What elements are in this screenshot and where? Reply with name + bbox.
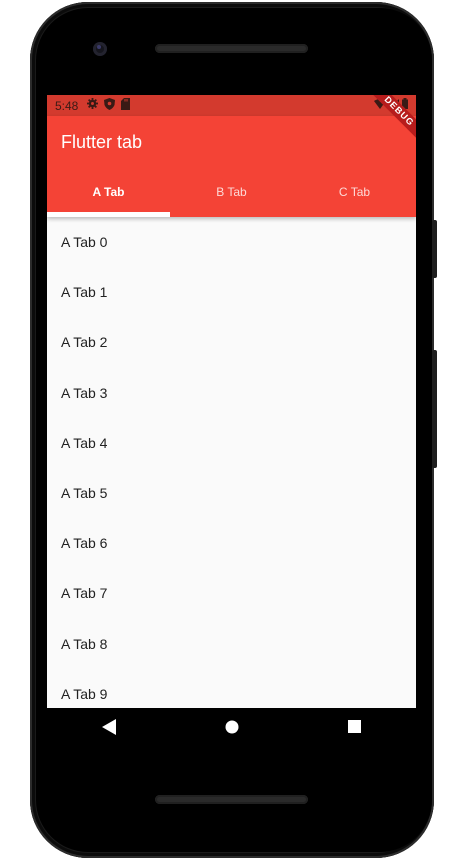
tab-a[interactable]: A Tab (47, 166, 170, 217)
recents-icon (348, 720, 361, 738)
list-item[interactable]: A Tab 8 (47, 619, 416, 669)
list-item[interactable]: A Tab 1 (47, 267, 416, 317)
status-bar: 5:48 (47, 95, 416, 116)
tab-b[interactable]: B Tab (170, 166, 293, 217)
back-button[interactable] (89, 709, 129, 749)
volume-button (432, 350, 437, 468)
list-item[interactable]: A Tab 7 (47, 568, 416, 618)
shield-icon (104, 98, 115, 113)
status-time: 5:48 (55, 99, 79, 113)
tab-bar: A Tab B Tab C Tab (47, 166, 416, 217)
tab-c[interactable]: C Tab (293, 166, 416, 217)
home-icon (225, 720, 239, 739)
list-item[interactable]: A Tab 6 (47, 518, 416, 568)
list-item[interactable]: A Tab 4 (47, 418, 416, 468)
app-bar: Flutter tab A Tab B Tab C Tab (47, 116, 416, 217)
top-speaker (155, 44, 308, 53)
front-camera (93, 42, 107, 56)
power-button (432, 220, 437, 278)
page-title: Flutter tab (61, 132, 143, 152)
tab-label: B Tab (216, 184, 247, 199)
tab-content-list: A Tab 0 A Tab 1 A Tab 2 A Tab 3 A Tab 4 … (47, 217, 416, 708)
list-item[interactable]: A Tab 5 (47, 468, 416, 518)
list-item[interactable]: A Tab 3 (47, 368, 416, 418)
tab-label: A Tab (92, 184, 125, 199)
gear-icon (87, 98, 98, 113)
bottom-speaker (155, 795, 308, 804)
screen: 5:48 Flutter tab A Tab B Tab C Tab DEBUG… (47, 95, 416, 708)
back-icon (101, 718, 116, 740)
sd-card-icon (121, 98, 130, 113)
system-nav-bar (47, 708, 416, 750)
list-item[interactable]: A Tab 2 (47, 317, 416, 367)
list-item[interactable]: A Tab 9 (47, 669, 416, 708)
list-item[interactable]: A Tab 0 (47, 217, 416, 267)
tab-label: C Tab (338, 184, 371, 199)
home-button[interactable] (212, 709, 252, 749)
recents-button[interactable] (335, 709, 375, 749)
